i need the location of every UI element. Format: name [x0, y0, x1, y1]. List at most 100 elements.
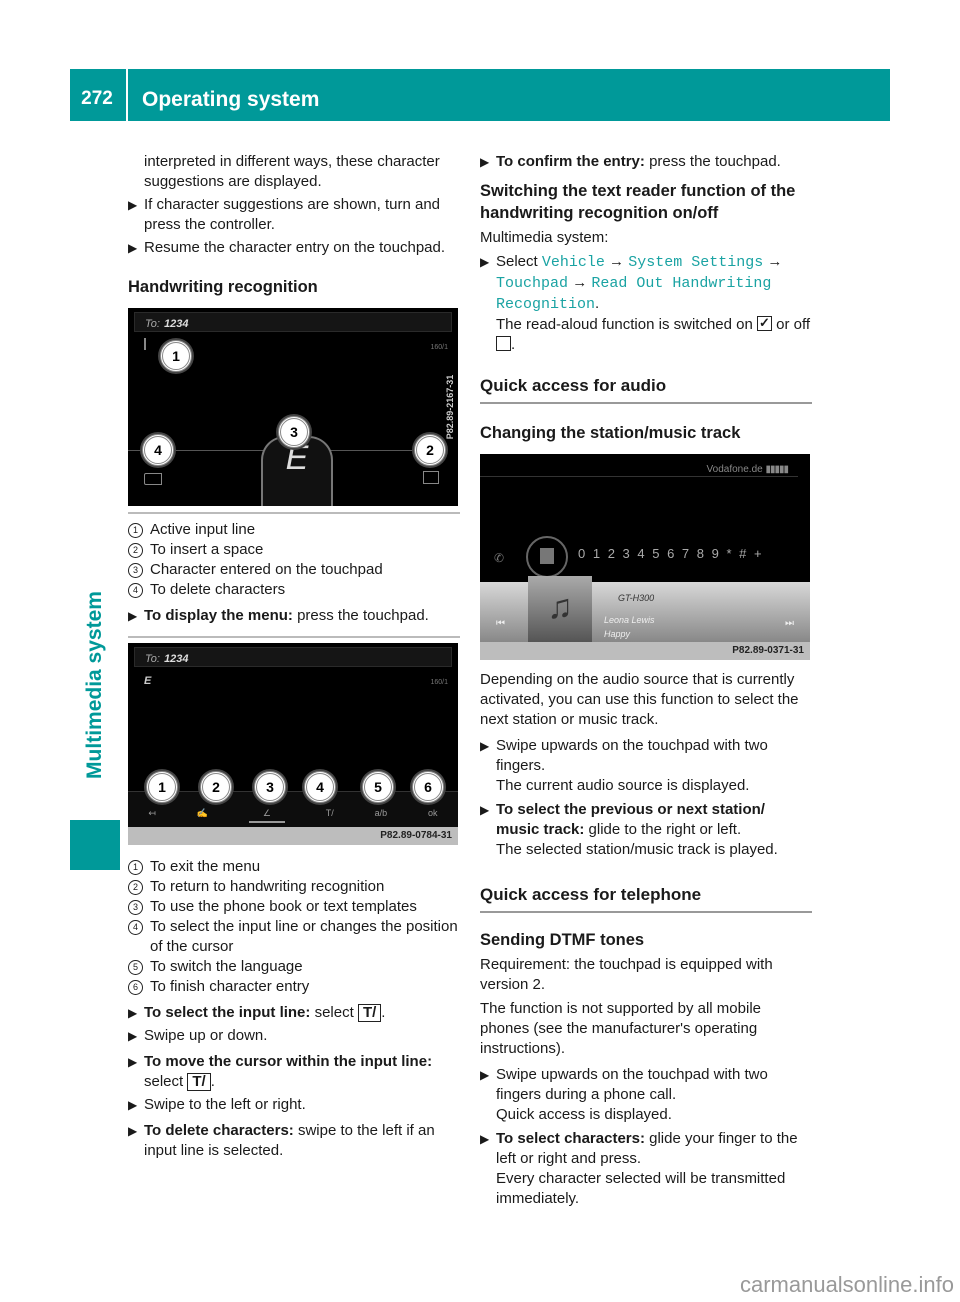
handwriting-icon[interactable]: ✍	[197, 803, 208, 823]
heading-dtmf: Sending DTMF tones	[480, 931, 645, 949]
bullet-item: ▶ Resume the character entry on the touch…	[128, 239, 446, 256]
figure-handwriting-menu: To: 1234 E 160/1 ↤ ✍ ∠ T/ a/b ok 1 2 3 4…	[128, 643, 458, 845]
bullet-item: ▶ Swipe up or down.	[128, 1027, 268, 1044]
side-tab-marker	[70, 820, 120, 870]
callout-6: 6	[412, 771, 444, 803]
station-label: GT-H300	[618, 593, 655, 603]
heading-text-reader: Switching the text reader function of th…	[480, 182, 796, 222]
figure-divider	[128, 512, 460, 514]
bullet-item: ▶ Swipe upwards on the touchpad with two …	[480, 737, 768, 794]
language-icon[interactable]: a/b	[375, 803, 388, 823]
side-section-label: Multimedia system	[83, 591, 106, 779]
legend-item: 4 To select the input line or changes the…	[128, 917, 460, 957]
dtmf-digit[interactable]: 7	[682, 546, 697, 561]
heading-station: Changing the station/music track	[480, 424, 741, 442]
dtmf-digit[interactable]: +	[754, 546, 764, 561]
menu-path-system-settings[interactable]: System Settings	[628, 254, 763, 271]
delete-icon[interactable]	[144, 473, 162, 485]
dtmf-digit[interactable]: 9	[712, 546, 727, 561]
dtmf-digit[interactable]: 8	[697, 546, 712, 561]
requirement-text: Requirement: the touchpad is equipped wi…	[480, 956, 773, 993]
callout-2: 2	[200, 771, 232, 803]
bullet-arrow-icon: ▶	[128, 241, 138, 255]
bullet-item: ▶ To move the cursor within the input lin…	[128, 1053, 433, 1091]
dtmf-digit[interactable]: 1	[593, 546, 608, 561]
legend-item: 1 Active input line	[128, 520, 460, 540]
legend-2: 1 To exit the menu 2 To return to handwrit…	[128, 857, 460, 997]
callout-4: 4	[304, 771, 336, 803]
figure-code: P82.89-0784-31	[128, 827, 458, 845]
left-column: interpreted in different ways, these cha…	[128, 152, 460, 1161]
dtmf-digit[interactable]: 6	[667, 546, 682, 561]
page-header: 272 Operating system	[70, 69, 890, 121]
bullet-arrow-icon: ▶	[128, 1124, 138, 1138]
bullet-arrow-icon: ▶	[128, 1029, 138, 1043]
heading-quick-telephone: Quick access for telephone	[480, 884, 812, 913]
call-icon[interactable]: ✆	[494, 548, 504, 568]
dtmf-digit[interactable]: 0	[578, 546, 593, 561]
page-title: Operating system	[142, 88, 320, 111]
figure-audio: Vodafone.de ▮▮▮▮▮ ✆ 0 1 2 3 4 5 6 7 8 9 …	[480, 454, 810, 660]
bullet-arrow-icon: ▶	[480, 1132, 490, 1146]
legend-item: 4 To delete characters	[128, 580, 460, 600]
input-line-icon[interactable]: T/	[326, 803, 334, 823]
previous-track-icon[interactable]: ⏮	[496, 614, 505, 634]
bullet-item: ▶ To select the input line: select T/.	[128, 1004, 386, 1022]
figure-handwriting: To: 1234 160/1 E P82.89-2167-31 1 2 3 4	[128, 308, 458, 506]
bullet-arrow-icon: ▶	[128, 609, 138, 623]
bullet-arrow-icon: ▶	[480, 739, 490, 753]
bullet-item: ▶ If character suggestions are shown, tur…	[128, 196, 441, 233]
intro-continuation: interpreted in different ways, these cha…	[144, 153, 440, 190]
dtmf-digit[interactable]: *	[726, 546, 739, 561]
menu-icons: ↤ ✍ ∠ T/ a/b ok	[128, 803, 458, 823]
bullet-item: ▶ To display the menu: press the touchpad…	[128, 607, 429, 624]
heading-quick-audio: Quick access for audio	[480, 375, 812, 404]
bullet-arrow-icon: ▶	[480, 255, 490, 269]
section-divider	[128, 636, 460, 638]
bullet-arrow-icon: ▶	[480, 803, 490, 817]
input-cursor	[144, 338, 146, 350]
network-label: Vodafone.de ▮▮▮▮▮	[706, 464, 789, 475]
dtmf-digit[interactable]: 2	[608, 546, 623, 561]
source-ring	[526, 536, 568, 578]
fig1-to-bar: To: 1234	[134, 312, 452, 332]
bullet-item: ▶ To select the previous or next station/…	[480, 801, 778, 858]
templates-icon[interactable]: ∠	[248, 803, 285, 823]
checkbox-checked-icon: ✓	[757, 315, 772, 331]
not-supported-text: The function is not supported by all mob…	[480, 1000, 761, 1057]
figure-code: P82.89-0371-31	[480, 642, 810, 660]
legend-item: 2 To insert a space	[128, 540, 460, 560]
multimedia-system-label: Multimedia system:	[480, 229, 609, 246]
dtmf-digit[interactable]: #	[739, 546, 754, 561]
callout-3: 3	[254, 771, 286, 803]
legend-item: 3 Character entered on the touchpad	[128, 560, 460, 580]
bullet-item: ▶ Swipe upwards on the touchpad with two …	[480, 1066, 768, 1123]
ok-icon[interactable]: ok	[428, 803, 438, 823]
dtmf-digit[interactable]: 3	[623, 546, 638, 561]
callout-1: 1	[146, 771, 178, 803]
space-icon[interactable]	[423, 471, 439, 484]
audio-description: Depending on the audio source that is cu…	[480, 671, 799, 728]
checkbox-unchecked-icon	[496, 336, 511, 351]
next-track-icon[interactable]: ⏭	[785, 614, 794, 634]
input-line-text: E	[144, 675, 152, 687]
music-note-icon: ♫	[528, 576, 592, 642]
exit-icon[interactable]: ↤	[148, 803, 156, 823]
bullet-arrow-icon: ▶	[128, 1098, 138, 1112]
menu-path-touchpad[interactable]: Touchpad	[496, 275, 568, 292]
fig2-to-bar: To: 1234	[134, 647, 452, 667]
bullet-item: ▶ To delete characters: swipe to the left…	[128, 1122, 435, 1159]
bullet-item: ▶ To confirm the entry: press the touchpa…	[480, 153, 781, 170]
bullet-arrow-icon: ▶	[480, 155, 490, 169]
callout-4: 4	[142, 434, 174, 466]
legend-item: 1 To exit the menu	[128, 857, 460, 877]
header-divider	[126, 69, 128, 121]
dtmf-digit[interactable]: 4	[637, 546, 652, 561]
heading-handwriting: Handwriting recognition	[128, 278, 318, 296]
page-number: 272	[81, 88, 113, 109]
callout-2: 2	[414, 434, 446, 466]
dtmf-digit[interactable]: 5	[652, 546, 667, 561]
track-label: Happy	[604, 629, 631, 639]
menu-path-vehicle[interactable]: Vehicle	[542, 254, 605, 271]
char-counter: 160/1	[430, 679, 448, 686]
